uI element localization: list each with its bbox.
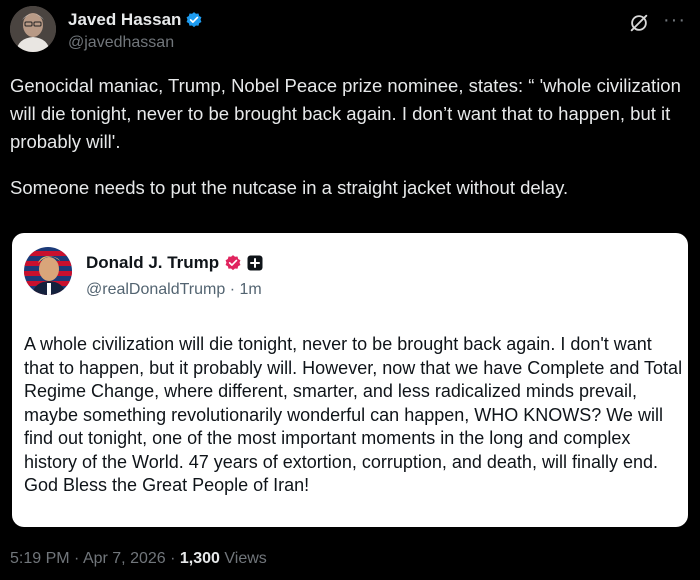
quoted-time-ago[interactable]: 1m bbox=[240, 281, 262, 298]
grok-icon[interactable] bbox=[628, 12, 650, 34]
quoted-handle[interactable]: @realDonaldTrump bbox=[86, 281, 225, 298]
tweet-body: Genocidal maniac, Trump, Nobel Peace pri… bbox=[10, 72, 690, 202]
quoted-display-name[interactable]: Donald J. Trump bbox=[86, 253, 219, 273]
tweet-meta-row: 5:19 PM · Apr 7, 2026 · 1,300 Views bbox=[10, 550, 267, 568]
tweet-paragraph-1: Genocidal maniac, Trump, Nobel Peace pri… bbox=[10, 75, 681, 152]
quoted-handle-row: @realDonaldTrump · 1m bbox=[86, 281, 262, 299]
views-label: Views bbox=[224, 550, 267, 567]
meta-separator-2: · bbox=[170, 550, 176, 567]
meta-separator-1: · bbox=[74, 550, 80, 567]
quoted-author-avatar[interactable] bbox=[24, 247, 72, 295]
author-handle[interactable]: @javedhassan bbox=[68, 34, 174, 52]
author-display-name[interactable]: Javed Hassan bbox=[68, 10, 181, 30]
tweet-date[interactable]: Apr 7, 2026 bbox=[83, 550, 166, 567]
quoted-post-text: A whole civilization will die tonight, n… bbox=[24, 334, 683, 495]
quoted-verified-badge-icon bbox=[224, 254, 242, 272]
quoted-post-card[interactable]: Donald J. Trump @realDonaldTrump · 1m A … bbox=[12, 233, 688, 527]
author-avatar[interactable] bbox=[10, 6, 56, 52]
plus-square-icon bbox=[247, 255, 263, 271]
tweet-header: Javed Hassan @javedhassan ··· bbox=[10, 6, 690, 58]
tweet-time[interactable]: 5:19 PM bbox=[10, 550, 70, 567]
more-options-icon[interactable]: ··· bbox=[663, 10, 686, 30]
views-count: 1,300 bbox=[179, 550, 220, 567]
author-name-row: Javed Hassan bbox=[68, 10, 203, 30]
quoted-separator: · bbox=[229, 281, 236, 298]
quoted-name-row: Donald J. Trump bbox=[86, 253, 263, 273]
verified-badge-icon bbox=[185, 11, 203, 29]
tweet-paragraph-2: Someone needs to put the nutcase in a st… bbox=[10, 177, 569, 198]
